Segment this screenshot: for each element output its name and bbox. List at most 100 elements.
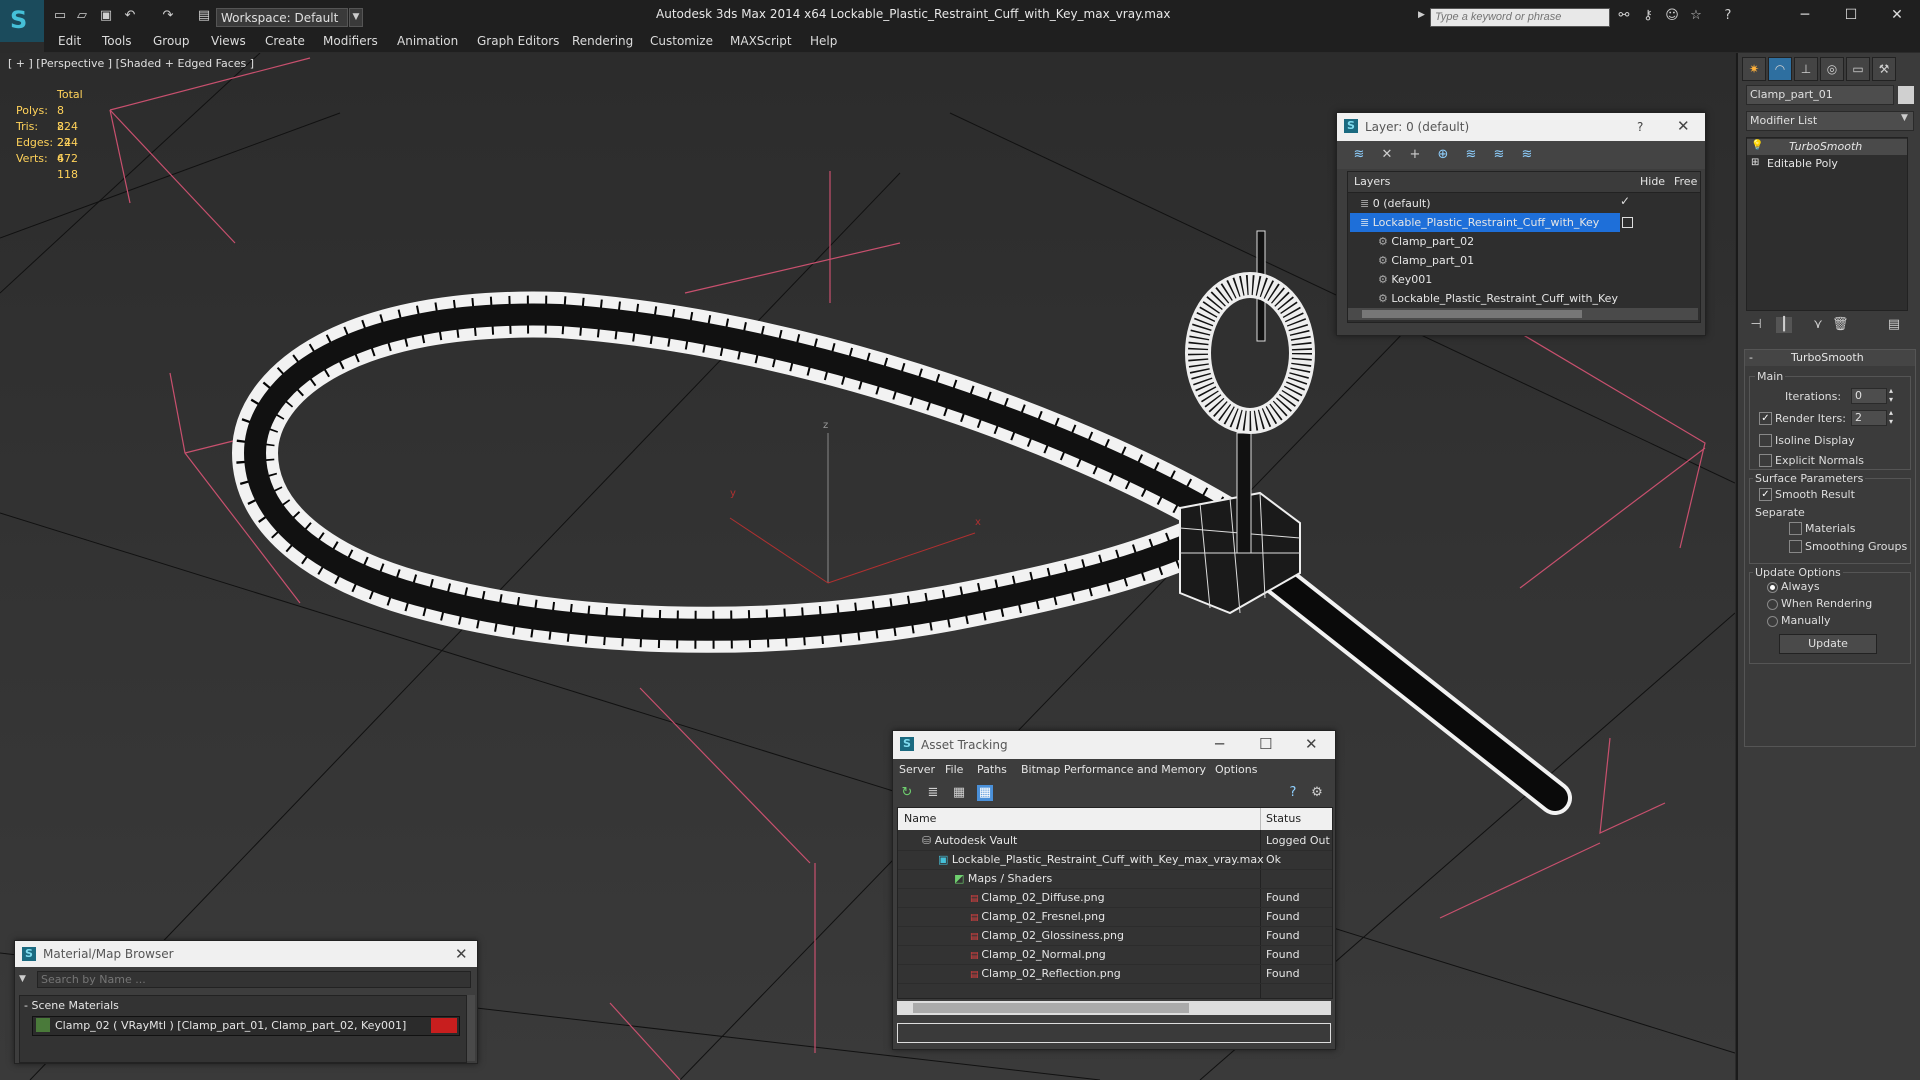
menu-edit[interactable]: Edit	[58, 34, 81, 48]
delete-layer-icon[interactable]: ✕	[1379, 147, 1395, 163]
object-color-swatch[interactable]	[1898, 86, 1914, 104]
scrollbar-thumb[interactable]	[913, 1003, 1189, 1013]
close-button[interactable]: ✕	[1874, 0, 1920, 30]
project-folder-icon[interactable]: ▤	[196, 8, 212, 24]
menu-maxscript[interactable]: MAXScript	[730, 34, 792, 48]
when-rendering-radio[interactable]	[1767, 599, 1778, 610]
options-dropdown-icon[interactable]: ▼	[19, 974, 31, 986]
help-icon[interactable]: ?	[1285, 785, 1301, 801]
table-row[interactable]: ▤ Clamp_02_Diffuse.png	[970, 888, 1105, 907]
show-end-result-icon[interactable]: ┃	[1776, 317, 1792, 333]
stack-item-turbosmooth[interactable]: 💡 TurboSmooth	[1747, 139, 1907, 155]
layer-row-default[interactable]: ≣ 0 (default)	[1360, 194, 1431, 213]
table-row[interactable]: ▤ Clamp_02_Fresnel.png	[970, 907, 1105, 926]
key-icon[interactable]: ⚷	[1640, 8, 1656, 24]
stack-item-editable-poly[interactable]: ⊞ Editable Poly	[1747, 156, 1907, 172]
layer-row-cuff[interactable]: ≣ Lockable_Plastic_Restraint_Cuff_with_K…	[1350, 213, 1620, 232]
table-row[interactable]: ▤ Clamp_02_Normal.png	[970, 945, 1106, 964]
help-button[interactable]: ?	[1637, 120, 1643, 134]
table-row[interactable]: ⛁ Autodesk Vault	[922, 831, 1017, 850]
hide-all-icon[interactable]: ≋	[1491, 147, 1507, 163]
scene-materials-section[interactable]: - Scene Materials	[24, 999, 119, 1012]
menu-modifiers[interactable]: Modifiers	[323, 34, 378, 48]
modify-tab-icon[interactable]: ◠	[1768, 57, 1792, 81]
freeze-all-icon[interactable]: ≋	[1519, 147, 1535, 163]
layer-row-object[interactable]: ⚙ Lockable_Plastic_Restraint_Cuff_with_K…	[1378, 289, 1618, 308]
open-file-icon[interactable]: ▱	[74, 8, 90, 24]
redo-icon[interactable]: ↷	[160, 8, 176, 24]
remove-modifier-icon[interactable]: 🗑	[1832, 317, 1849, 333]
motion-tab-icon[interactable]: ◎	[1820, 57, 1844, 81]
asset-menu-file[interactable]: File	[945, 763, 963, 776]
material-item[interactable]: Clamp_02 ( VRayMtl ) [Clamp_part_01, Cla…	[32, 1016, 460, 1036]
iterations-input[interactable]: 0	[1851, 388, 1887, 404]
select-objects-icon[interactable]: ⊕	[1435, 147, 1451, 163]
rollout-header[interactable]: - TurboSmooth	[1745, 350, 1915, 366]
menu-group[interactable]: Group	[153, 34, 190, 48]
search-expand-icon[interactable]: ▶	[1418, 10, 1426, 24]
menu-customize[interactable]: Customize	[650, 34, 713, 48]
binoculars-icon[interactable]: ⚯	[1616, 8, 1632, 24]
layer-hscrollbar[interactable]	[1348, 308, 1698, 320]
asset-menu-server[interactable]: Server	[899, 763, 935, 776]
update-button[interactable]: Update	[1779, 634, 1877, 654]
layer-row-object[interactable]: ⚙ Clamp_part_02	[1378, 232, 1474, 251]
people-icon[interactable]: ☺	[1664, 8, 1680, 24]
isoline-checkbox[interactable]	[1759, 434, 1772, 447]
asset-path-field[interactable]	[897, 1023, 1331, 1043]
list-view-icon[interactable]: ≣	[925, 785, 941, 801]
refresh-icon[interactable]: ↻	[899, 785, 915, 801]
menu-help[interactable]: Help	[810, 34, 837, 48]
column-status[interactable]: Status	[1266, 812, 1301, 825]
menu-animation[interactable]: Animation	[397, 34, 458, 48]
manually-radio[interactable]	[1767, 616, 1778, 627]
column-layers[interactable]: Layers	[1354, 175, 1390, 188]
add-to-layer-icon[interactable]: +	[1407, 147, 1423, 163]
close-icon[interactable]: ✕	[1305, 735, 1318, 753]
save-icon[interactable]: ▣	[98, 8, 114, 24]
material-vscrollbar[interactable]	[467, 995, 475, 1061]
layer-active-toggle[interactable]	[1622, 217, 1633, 228]
thumbnail-view-icon[interactable]: ▦	[951, 785, 967, 801]
column-freeze[interactable]: Free	[1674, 175, 1697, 188]
minimize-button[interactable]: ─	[1782, 0, 1828, 30]
search-input[interactable]	[1430, 8, 1610, 27]
table-row[interactable]: ▤ Clamp_02_Glossiness.png	[970, 926, 1124, 945]
modifier-list-dropdown[interactable]: Modifier List	[1746, 111, 1914, 131]
column-hide[interactable]: Hide	[1640, 175, 1665, 188]
collapse-icon[interactable]: -	[1749, 351, 1753, 364]
smoothing-groups-checkbox[interactable]	[1789, 540, 1802, 553]
layer-dialog-titlebar[interactable]: S Layer: 0 (default) ? ✕	[1337, 113, 1705, 141]
scrollbar-thumb[interactable]	[1362, 310, 1582, 318]
hierarchy-tab-icon[interactable]: ⊥	[1794, 57, 1818, 81]
table-row[interactable]: ▤ Clamp_02_Reflection.png	[970, 964, 1121, 983]
new-layer-icon[interactable]: ≋	[1351, 147, 1367, 163]
menu-graph-editors[interactable]: Graph Editors	[477, 34, 559, 48]
materials-checkbox[interactable]	[1789, 522, 1802, 535]
create-tab-icon[interactable]: ✷	[1742, 57, 1766, 81]
material-browser-titlebar[interactable]: S Material/Map Browser ✕	[15, 941, 477, 967]
menu-rendering[interactable]: Rendering	[572, 34, 633, 48]
undo-icon[interactable]: ↶	[122, 8, 138, 24]
asset-hscrollbar[interactable]	[897, 1001, 1331, 1015]
utilities-tab-icon[interactable]: ⚒	[1872, 57, 1896, 81]
active-layer-check-icon[interactable]: ✓	[1620, 194, 1630, 208]
app-logo-button[interactable]: S	[0, 0, 44, 42]
menu-tools[interactable]: Tools	[102, 34, 132, 48]
highlight-layer-icon[interactable]: ≋	[1463, 147, 1479, 163]
maximize-icon[interactable]: ☐	[1259, 735, 1272, 753]
close-icon[interactable]: ✕	[455, 945, 468, 963]
explicit-normals-checkbox[interactable]	[1759, 454, 1772, 467]
asset-tracking-titlebar[interactable]: S Asset Tracking ─ ☐ ✕	[893, 731, 1335, 759]
render-iters-input[interactable]: 2	[1851, 410, 1887, 426]
make-unique-icon[interactable]: ⋎	[1810, 317, 1826, 333]
object-name-field[interactable]: Clamp_part_01	[1746, 85, 1894, 105]
chevron-down-icon[interactable]: ▼	[1901, 113, 1908, 123]
help-icon[interactable]: ?	[1720, 8, 1736, 24]
column-name[interactable]: Name	[904, 812, 936, 825]
lightbulb-icon[interactable]: 💡	[1751, 140, 1763, 151]
star-icon[interactable]: ☆	[1688, 8, 1704, 24]
viewport-label[interactable]: [ + ] [Perspective ] [Shaded + Edged Fac…	[8, 57, 254, 70]
configure-sets-icon[interactable]: ▤	[1886, 317, 1902, 333]
maximize-button[interactable]: ☐	[1828, 0, 1874, 30]
